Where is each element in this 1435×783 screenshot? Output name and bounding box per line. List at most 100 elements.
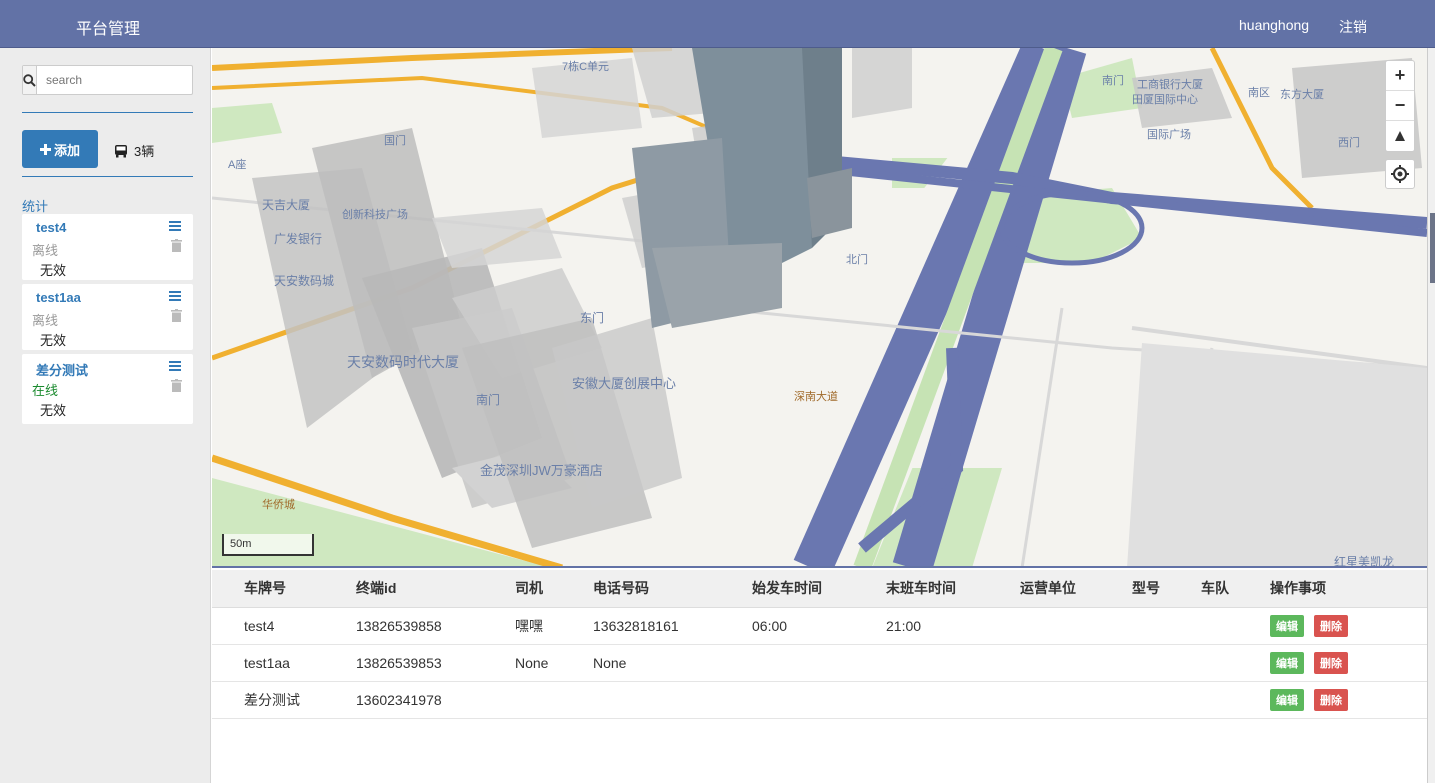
logout-link[interactable]: 注销 — [1339, 17, 1367, 37]
vehicle-card[interactable]: 差分测试 在线 无效 — [22, 354, 193, 424]
menu-icon[interactable] — [169, 220, 181, 235]
top-navbar: 平台管理 huanghong 注销 — [0, 0, 1435, 48]
map-label: 北门 — [846, 254, 868, 266]
map-label: 国门 — [384, 135, 406, 147]
zoom-in-button[interactable]: + — [1386, 61, 1414, 91]
vehicle-validity: 无效 — [40, 333, 67, 348]
col-header: 司机 — [515, 570, 593, 608]
map-label: 天安数码时代大厦 — [347, 354, 459, 370]
cell-phone: None — [593, 644, 752, 682]
trash-icon[interactable] — [171, 239, 182, 255]
search-icon[interactable] — [23, 66, 37, 94]
brand-title[interactable]: 平台管理 — [76, 15, 140, 39]
delete-button[interactable]: 删除 — [1314, 614, 1348, 637]
vehicle-card[interactable]: test4 离线 无效 — [22, 214, 193, 280]
delete-button[interactable]: 删除 — [1314, 688, 1348, 711]
edit-button[interactable]: 编辑 — [1270, 614, 1304, 637]
cell-terminal-id: 13602341978 — [356, 681, 515, 719]
cell-last-time — [886, 681, 1020, 719]
compass-icon — [1395, 131, 1405, 141]
divider — [22, 176, 193, 177]
table-row[interactable]: 差分测试 13602341978 编辑 删除 — [212, 681, 1427, 719]
map-label: 南门 — [1102, 75, 1124, 87]
cell-fleet — [1201, 607, 1270, 645]
cell-fleet — [1201, 681, 1270, 719]
vehicle-validity: 无效 — [40, 263, 67, 278]
map-label: A座 — [228, 159, 247, 171]
map-canvas[interactable] — [212, 48, 1427, 568]
col-header: 运营单位 — [1020, 570, 1132, 608]
map-label: 华侨城 — [262, 499, 295, 511]
cell-phone: 13632818161 — [593, 607, 752, 645]
vehicle-name[interactable]: test1aa — [36, 290, 81, 305]
menu-icon[interactable] — [169, 360, 181, 375]
cell-last-time — [886, 644, 1020, 682]
vehicle-name[interactable]: test4 — [36, 220, 66, 235]
add-vehicle-button[interactable]: 添加 — [22, 130, 98, 168]
vehicle-status: 离线 — [32, 243, 59, 258]
locate-icon — [1391, 165, 1409, 183]
cell-first-time — [752, 644, 886, 682]
cell-driver: None — [515, 644, 593, 682]
cell-actions: 编辑 删除 — [1270, 644, 1427, 682]
cell-operator — [1020, 607, 1132, 645]
username-link[interactable]: huanghong — [1239, 17, 1309, 33]
vehicle-card[interactable]: test1aa 离线 无效 — [22, 284, 193, 350]
compass-button[interactable] — [1386, 121, 1414, 151]
bus-count-label: 3辆 — [134, 144, 155, 159]
vehicle-name[interactable]: 差分测试 — [36, 360, 88, 379]
cell-operator — [1020, 681, 1132, 719]
zoom-control: + − — [1385, 60, 1415, 152]
map-label: 天吉大厦 — [262, 198, 311, 212]
map-scale: 50m — [222, 534, 314, 556]
cell-plate: test4 — [212, 607, 356, 645]
col-header: 终端id — [356, 570, 515, 608]
col-header: 始发车时间 — [752, 570, 886, 608]
cell-model — [1132, 681, 1201, 719]
table-row[interactable]: test1aa 13826539853 None None 编辑 删除 — [212, 644, 1427, 682]
map-label: 金茂深圳JW万豪酒店 — [480, 463, 603, 478]
edit-button[interactable]: 编辑 — [1270, 651, 1304, 674]
cell-model — [1132, 607, 1201, 645]
vehicle-table: 车牌号 终端id 司机 电话号码 始发车时间 末班车时间 运营单位 型号 车队 … — [212, 570, 1427, 783]
bus-count: 3辆 — [114, 141, 154, 160]
map-label: 安徽大厦创展中心 — [572, 376, 677, 391]
stats-label[interactable]: 统计 — [22, 196, 48, 215]
menu-icon[interactable] — [169, 290, 181, 305]
trash-icon[interactable] — [171, 309, 182, 325]
plus-icon — [39, 143, 51, 155]
locate-button[interactable] — [1385, 159, 1415, 189]
cell-plate: test1aa — [212, 644, 356, 682]
vehicle-status: 在线 — [32, 383, 59, 398]
cell-first-time: 06:00 — [752, 607, 886, 645]
map-label: 工商银行大厦 — [1137, 79, 1203, 91]
add-button-label: 添加 — [53, 142, 80, 158]
zoom-out-button[interactable]: − — [1386, 91, 1414, 121]
cell-first-time — [752, 681, 886, 719]
table-row[interactable]: test4 13826539858 嘿嘿 13632818161 06:00 2… — [212, 607, 1427, 645]
search-box — [22, 65, 201, 95]
col-header: 车队 — [1201, 570, 1270, 608]
map-label: 7栋C单元 — [562, 61, 610, 73]
col-header: 车牌号 — [212, 570, 356, 608]
sidebar: 添加 3辆 统计 test4 离线 无效 test1aa 离线 无效 差分测试 … — [0, 48, 211, 783]
side-panel-handle[interactable] — [1430, 213, 1435, 283]
right-scroll-edge — [1427, 48, 1435, 783]
cell-terminal-id: 13826539853 — [356, 644, 515, 682]
cell-terminal-id: 13826539858 — [356, 607, 515, 645]
cell-operator — [1020, 644, 1132, 682]
cell-model — [1132, 644, 1201, 682]
trash-icon[interactable] — [171, 379, 182, 395]
map-view[interactable]: 7栋C单元 国门 A座 天吉大厦 广发银行 创新科技广场 天安数码城 天安数码时… — [212, 48, 1427, 568]
table-header-row: 车牌号 终端id 司机 电话号码 始发车时间 末班车时间 运营单位 型号 车队 … — [212, 570, 1427, 608]
search-input[interactable] — [37, 66, 201, 94]
edit-button[interactable]: 编辑 — [1270, 688, 1304, 711]
map-label: 南门 — [476, 393, 501, 407]
map-label: 天安数码城 — [274, 274, 335, 288]
map-label: 国际广场 — [1147, 129, 1191, 141]
map-label: 红星美凯龙 — [1334, 555, 1395, 568]
map-label: 广发银行 — [274, 232, 323, 246]
delete-button[interactable]: 删除 — [1314, 651, 1348, 674]
vehicle-status: 离线 — [32, 313, 59, 328]
cell-actions: 编辑 删除 — [1270, 681, 1427, 719]
